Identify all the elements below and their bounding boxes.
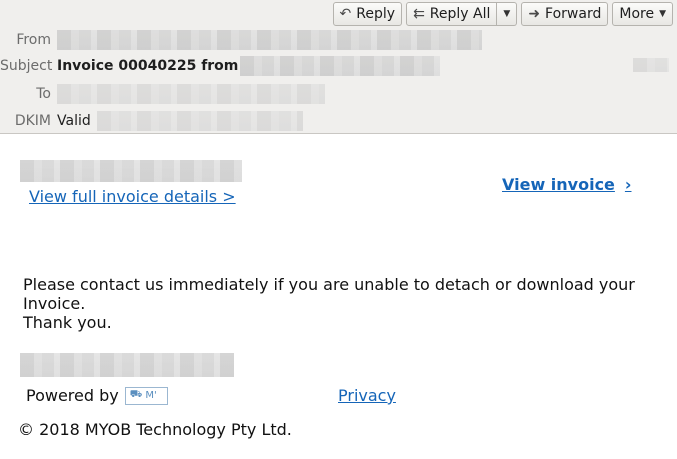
dkim-domain-redacted (96, 111, 303, 131)
reply-all-dropdown-button[interactable]: ▼ (497, 2, 518, 26)
reply-all-label: Reply All (429, 6, 491, 22)
reply-all-button[interactable]: ⇇ Reply All (406, 2, 498, 26)
sender-footer-redacted (20, 353, 234, 377)
view-full-invoice-details-link[interactable]: View full invoice details > (29, 187, 236, 206)
powered-by: Powered by ⛟ M' (26, 386, 168, 405)
subject-row: Subject Invoice 00040225 from (0, 56, 441, 76)
reply-button[interactable]: ↶ Reply (332, 2, 403, 26)
forward-label: Forward (545, 6, 602, 22)
dkim-label: DKIM (14, 113, 51, 129)
message-toolbar: ↶ Reply ⇇ Reply All ▼ ➜ Forward More ▼ (332, 2, 673, 26)
subject-label: Subject (0, 58, 53, 74)
reply-all-group: ⇇ Reply All ▼ (406, 2, 518, 26)
subject-sender-redacted (240, 56, 441, 76)
copyright-text: © 2018 MYOB Technology Pty Ltd. (18, 420, 292, 439)
more-label: More (619, 6, 655, 22)
sender-name-redacted (20, 160, 242, 182)
reply-all-arrow-icon: ⇇ (413, 6, 425, 22)
from-label: From (16, 32, 51, 48)
myob-logo[interactable]: ⛟ M' (124, 386, 168, 405)
message-text: Please contact us immediately if you are… (23, 275, 653, 332)
forward-button[interactable]: ➜ Forward (521, 2, 609, 26)
dkim-row: DKIM Valid (0, 111, 303, 131)
message-line-1: Please contact us immediately if you are… (23, 275, 635, 313)
forward-arrow-icon: ➜ (528, 6, 541, 22)
view-invoice-link[interactable]: View invoice › (502, 175, 632, 194)
reply-label: Reply (356, 6, 396, 22)
message-header: ↶ Reply ⇇ Reply All ▼ ➜ Forward More ▼ F… (0, 0, 677, 134)
chevron-down-icon: ▼ (659, 9, 666, 19)
reply-arrow-icon: ↶ (339, 6, 352, 22)
view-invoice-label: View invoice (502, 175, 615, 194)
privacy-link[interactable]: Privacy (338, 386, 396, 405)
message-line-2: Thank you. (23, 313, 112, 332)
to-row: To (0, 84, 325, 104)
logo-alt-text: M' (145, 390, 157, 401)
message-body: View full invoice details > View invoice… (0, 135, 677, 459)
chevron-right-icon: › (624, 175, 632, 194)
from-value-redacted (57, 30, 482, 50)
from-row: From (0, 30, 482, 50)
chevron-down-icon: ▼ (503, 9, 511, 19)
to-value-redacted (57, 84, 325, 104)
powered-by-label: Powered by (26, 386, 119, 405)
date-redacted (633, 58, 669, 72)
to-label: To (36, 86, 51, 102)
broken-image-icon: ⛟ (129, 389, 143, 400)
dkim-value: Valid (57, 113, 91, 129)
subject-value: Invoice 00040225 from (57, 58, 239, 74)
more-button[interactable]: More ▼ (612, 2, 673, 26)
